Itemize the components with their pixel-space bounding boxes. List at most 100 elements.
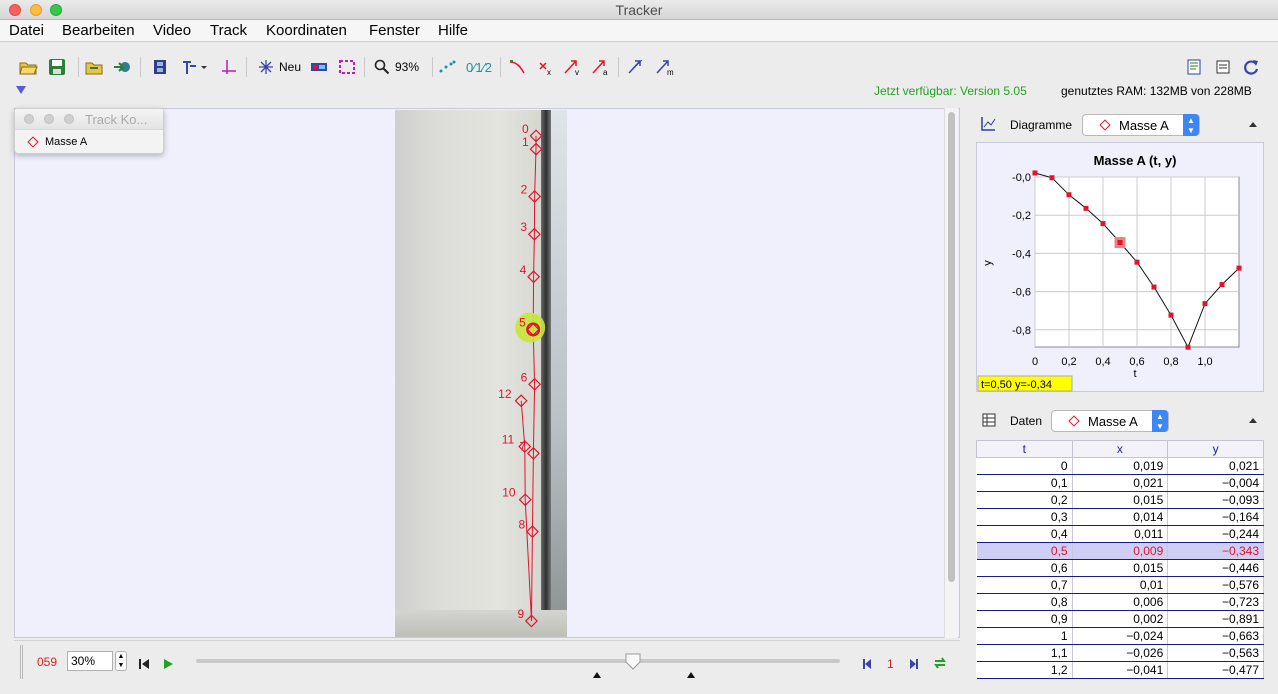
data-point[interactable] <box>1117 240 1123 246</box>
loop-icon[interactable] <box>932 652 948 674</box>
play-icon[interactable] <box>162 653 174 675</box>
table-row[interactable]: 0,4 0,011 −0,244 <box>976 525 1264 543</box>
table-cell[interactable]: −0,446 <box>1167 559 1264 577</box>
force-vector-icon[interactable]: m <box>654 56 676 78</box>
table-row[interactable]: 0,3 0,014 −0,164 <box>976 508 1264 526</box>
table-row[interactable]: 0,9 0,002 −0,891 <box>976 610 1264 628</box>
new-track-button[interactable]: Neu <box>258 56 301 78</box>
table-cell[interactable]: −0,004 <box>1167 474 1264 492</box>
table-cell[interactable]: 0,021 <box>1167 457 1264 475</box>
table-cell[interactable]: 0,011 <box>1072 525 1169 543</box>
popup-minimize-button[interactable] <box>44 114 54 124</box>
table-cell[interactable]: 0,015 <box>1072 491 1169 509</box>
table-cell[interactable]: 0 <box>976 457 1073 475</box>
reset-icon[interactable] <box>138 653 150 675</box>
table-cell[interactable]: −0,563 <box>1167 644 1264 662</box>
table-row[interactable]: 1 −0,024 −0,663 <box>976 627 1264 645</box>
axes-icon[interactable] <box>220 56 238 78</box>
table-cell[interactable]: 0,1 <box>976 474 1073 492</box>
menu-hilfe[interactable]: Hilfe <box>438 22 468 39</box>
table-cell[interactable]: 0,2 <box>976 491 1073 509</box>
table-cell[interactable]: −0,093 <box>1167 491 1264 509</box>
table-cell[interactable]: −0,891 <box>1167 610 1264 628</box>
table-cell[interactable]: 0,3 <box>976 508 1073 526</box>
table-cell[interactable]: 0,002 <box>1072 610 1169 628</box>
collapse-icon[interactable] <box>1248 417 1258 424</box>
menu-video[interactable]: Video <box>153 22 191 39</box>
toolbar-expand-icon[interactable] <box>16 86 26 94</box>
frame-slider[interactable] <box>196 659 840 663</box>
calibration-tools-icon[interactable] <box>180 56 208 78</box>
collapse-icon[interactable] <box>1248 121 1258 128</box>
menu-track[interactable]: Track <box>210 22 247 39</box>
table-cell[interactable]: 1,1 <box>976 644 1073 662</box>
table-cell[interactable]: 0,006 <box>1072 593 1169 611</box>
table-cell[interactable]: 0,021 <box>1072 474 1169 492</box>
save-icon[interactable] <box>48 56 66 78</box>
table-row[interactable]: 0 0,019 0,021 <box>976 457 1264 475</box>
viewport-scrollbar[interactable] <box>944 108 958 638</box>
menu-koordinaten[interactable]: Koordinaten <box>266 22 347 39</box>
data-point[interactable] <box>1049 175 1055 181</box>
export-icon[interactable] <box>112 56 132 78</box>
slider-thumb[interactable] <box>624 652 642 670</box>
notes-icon[interactable] <box>1186 56 1202 78</box>
table-cell[interactable]: −0,477 <box>1167 661 1264 679</box>
data-point[interactable] <box>1134 259 1140 265</box>
menu-bearbeiten[interactable]: Bearbeiten <box>62 22 135 39</box>
labels-button[interactable]: 0⁄1⁄2 <box>466 56 492 78</box>
step-size[interactable]: 1 <box>887 653 894 675</box>
table-row[interactable]: 1,2 −0,041 −0,477 <box>976 661 1264 679</box>
end-marker-icon[interactable] <box>686 671 696 679</box>
table-cell[interactable]: −0,576 <box>1167 576 1264 594</box>
table-cell[interactable]: 0,9 <box>976 610 1073 628</box>
table-cell[interactable]: −0,164 <box>1167 508 1264 526</box>
table-cell[interactable]: 0,01 <box>1072 576 1169 594</box>
step-back-icon[interactable] <box>862 653 874 675</box>
plot-area[interactable]: Masse A (t, y) 0 0,2 0,4 0,6 0,8 1,0 -0,0 -0,2 -0… <box>976 142 1264 392</box>
table-row[interactable]: 0,1 0,021 −0,004 <box>976 474 1264 492</box>
table-cell[interactable]: −0,343 <box>1167 542 1264 560</box>
table-cell[interactable]: 0,009 <box>1072 542 1169 560</box>
data-point[interactable] <box>1168 312 1174 318</box>
table-cell[interactable]: 0,014 <box>1072 508 1169 526</box>
diagram-track-select[interactable]: Masse A ▲ ▼ <box>1082 114 1200 136</box>
data-point[interactable] <box>1236 265 1242 271</box>
video-clip-icon[interactable] <box>152 56 168 78</box>
rate-stepper[interactable]: ▲ ▼ <box>115 651 127 671</box>
table-cell[interactable]: −0,663 <box>1167 627 1264 645</box>
data-point[interactable] <box>1066 192 1072 198</box>
table-cell[interactable]: 0,5 <box>976 542 1073 560</box>
tape-measure-icon[interactable] <box>310 56 328 78</box>
data-point[interactable] <box>1151 284 1157 290</box>
data-point[interactable] <box>1100 221 1106 227</box>
momentum-vector-icon[interactable] <box>626 56 646 78</box>
velocity-vector-icon[interactable]: v <box>562 56 582 78</box>
track-masse-a-button[interactable]: Masse A <box>27 136 87 148</box>
menu-fenster[interactable]: Fenster <box>369 22 420 39</box>
table-row[interactable]: 0,5 0,009 −0,343 <box>976 542 1264 560</box>
open-folder-icon[interactable] <box>18 56 38 78</box>
data-point[interactable] <box>1219 282 1225 288</box>
start-marker-icon[interactable] <box>592 671 602 679</box>
table-row[interactable]: 0,7 0,01 −0,576 <box>976 576 1264 594</box>
table-cell[interactable]: 0,6 <box>976 559 1073 577</box>
open-import-icon[interactable] <box>84 56 104 78</box>
popup-zoom-button[interactable] <box>64 114 74 124</box>
column-header-y[interactable]: y <box>1167 440 1264 458</box>
table-cell[interactable]: 0,8 <box>976 593 1073 611</box>
table-cell[interactable]: −0,723 <box>1167 593 1264 611</box>
data-track-select[interactable]: Masse A ▲ ▼ <box>1051 410 1169 432</box>
table-cell[interactable]: 0,019 <box>1072 457 1169 475</box>
table-cell[interactable]: −0,244 <box>1167 525 1264 543</box>
table-row[interactable]: 0,2 0,015 −0,093 <box>976 491 1264 509</box>
zoom-button[interactable]: 93% <box>374 56 419 78</box>
show-points-icon[interactable] <box>438 56 456 78</box>
menu-datei[interactable]: Datei <box>9 22 44 39</box>
popup-close-button[interactable] <box>24 114 34 124</box>
properties-icon[interactable] <box>1216 56 1230 78</box>
trail-icon[interactable] <box>338 56 356 78</box>
table-row[interactable]: 0,8 0,006 −0,723 <box>976 593 1264 611</box>
table-cell[interactable]: 1 <box>976 627 1073 645</box>
acceleration-vector-icon[interactable]: a <box>590 56 610 78</box>
